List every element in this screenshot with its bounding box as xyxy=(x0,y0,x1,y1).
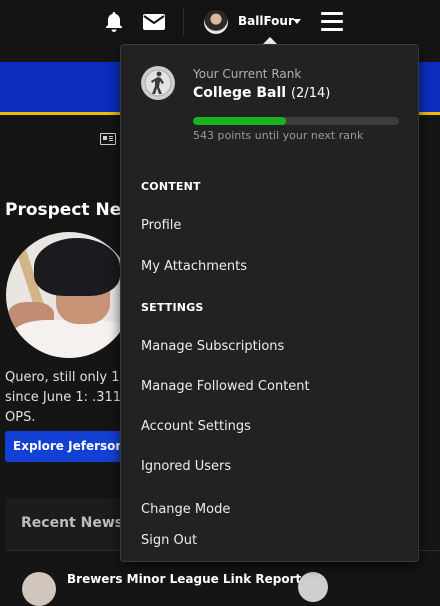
rank-progress-bar xyxy=(193,117,399,125)
section-heading-settings: SETTINGS xyxy=(141,301,204,314)
mail-icon[interactable] xyxy=(141,12,167,32)
rank-caption: Your Current Rank xyxy=(193,67,302,81)
menu-item-profile[interactable]: Profile xyxy=(141,218,181,233)
prospect-news-heading: Prospect New xyxy=(5,200,137,220)
menu-item-manage-followed-content[interactable]: Manage Followed Content xyxy=(141,379,310,394)
bell-icon[interactable] xyxy=(103,11,125,33)
points-until-next-rank: 543 points until your next rank xyxy=(193,129,364,142)
menu-item-change-mode[interactable]: Change Mode xyxy=(141,502,230,517)
menu-item-manage-subscriptions[interactable]: Manage Subscriptions xyxy=(141,339,284,354)
hamburger-menu-icon[interactable] xyxy=(321,12,343,31)
article-thumbnail[interactable] xyxy=(22,572,56,606)
rank-progress-fill xyxy=(193,117,286,125)
menu-item-my-attachments[interactable]: My Attachments xyxy=(141,259,247,274)
article-avatar[interactable] xyxy=(298,572,328,602)
menu-item-account-settings[interactable]: Account Settings xyxy=(141,419,251,434)
menu-item-sign-out[interactable]: Sign Out xyxy=(141,533,197,548)
newspaper-icon xyxy=(100,133,116,145)
rank-title: College Ball xyxy=(193,85,287,101)
user-avatar[interactable] xyxy=(204,10,228,34)
bio-line: OPS. xyxy=(5,410,36,425)
section-heading-content: CONTENT xyxy=(141,180,201,193)
explore-player-button[interactable]: Explore Jeferson Q xyxy=(5,431,125,462)
article-title[interactable]: Brewers Minor League Link Report xyxy=(67,572,301,586)
header-divider xyxy=(183,8,184,36)
top-bar: BallFour xyxy=(0,0,440,44)
caret-down-icon[interactable] xyxy=(293,19,301,24)
rank-name: College Ball (2/14) xyxy=(193,85,330,101)
user-dropdown-menu: Your Current Rank College Ball (2/14) 54… xyxy=(120,44,419,562)
player-photo[interactable] xyxy=(6,232,132,358)
rank-badge-icon xyxy=(141,66,175,100)
rank-count: (2/14) xyxy=(290,86,331,101)
menu-item-ignored-users[interactable]: Ignored Users xyxy=(141,459,231,474)
username-label[interactable]: BallFour xyxy=(238,14,294,28)
recent-news-label: Recent News xyxy=(21,515,124,531)
